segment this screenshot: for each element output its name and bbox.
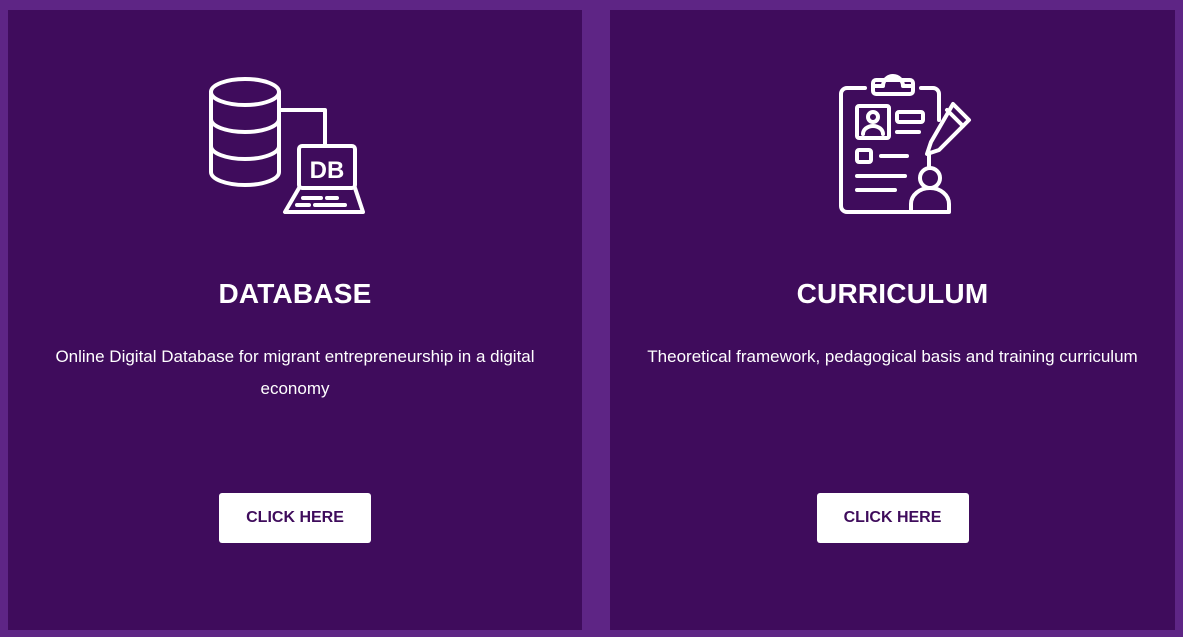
card-title: CURRICULUM: [796, 278, 989, 309]
feature-cards: DB DATABASE Online Digital Database for …: [8, 10, 1175, 630]
laptop-screen-label: DB: [310, 157, 345, 184]
card-title: DATABASE: [218, 278, 372, 309]
database-click-here-button[interactable]: CLICK HERE: [219, 493, 371, 543]
card-description: Theoretical framework, pedagogical basis…: [647, 347, 1138, 366]
curriculum-click-here-button[interactable]: CLICK HERE: [816, 493, 969, 543]
clipboard-profile-pencil-icon: [803, 72, 983, 222]
curriculum-card: CURRICULUM Theoretical framework, pedago…: [610, 10, 1175, 630]
card-description: Online Digital Database for migrant entr…: [55, 347, 535, 398]
database-laptop-icon: DB: [205, 72, 385, 222]
database-card: DB DATABASE Online Digital Database for …: [8, 10, 582, 630]
